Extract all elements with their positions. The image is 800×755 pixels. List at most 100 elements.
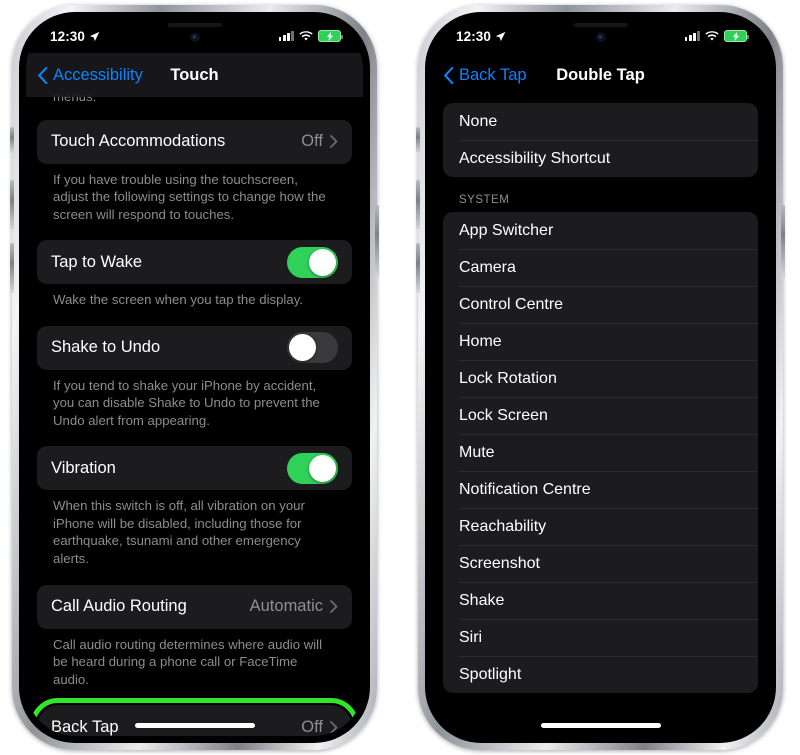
toggle-knob xyxy=(309,454,336,482)
settings-group: Back Tap Off xyxy=(37,705,352,736)
location-arrow-icon xyxy=(89,31,100,41)
back-button-accessibility[interactable]: Accessibility xyxy=(26,66,143,85)
list-item[interactable]: None xyxy=(443,103,758,140)
list-item[interactable]: Screenshot xyxy=(443,545,758,582)
earpiece-speaker-right xyxy=(573,23,628,27)
back-button-label: Back Tap xyxy=(459,65,527,84)
section-header: SYSTEM xyxy=(459,194,510,206)
status-time-right: 12:30 xyxy=(456,28,492,44)
toggle-switch[interactable] xyxy=(287,246,338,278)
device-screen-right: None Accessibility Shortcut SYSTEM App Swit… xyxy=(432,19,769,736)
wifi-icon xyxy=(705,30,719,41)
list-item[interactable]: Reachability xyxy=(443,508,758,545)
list-item-label: Siri xyxy=(459,628,483,646)
volume-up-button-right[interactable] xyxy=(416,180,420,230)
list-item-label: Spotlight xyxy=(459,665,522,683)
list-item-label: Lock Screen xyxy=(459,406,548,424)
list-item-label: Screenshot xyxy=(459,554,540,572)
row-accessory: Off xyxy=(301,718,338,736)
row-label: Touch Accommodations xyxy=(51,132,226,151)
settings-row[interactable]: Back Tap Off xyxy=(37,705,352,736)
group-footnote: If you tend to shake your iPhone by acci… xyxy=(53,377,320,428)
list-item[interactable]: Spotlight xyxy=(443,656,758,693)
list-item[interactable]: Mute xyxy=(443,434,758,471)
touch-settings-scroll-view[interactable]: menus.Touch AccommodationsOffIf you have… xyxy=(26,19,363,736)
settings-row[interactable]: Touch Accommodations Off xyxy=(37,120,352,164)
list-item-label: Home xyxy=(459,332,502,350)
navigation-bar-left: Accessibility Touch xyxy=(26,53,363,97)
chevron-right-icon xyxy=(330,600,338,613)
mute-switch-left[interactable] xyxy=(10,127,14,153)
group-footnote: Wake the screen when you tap the display… xyxy=(53,292,303,308)
list-item[interactable]: App Switcher xyxy=(443,212,758,249)
mute-switch-right[interactable] xyxy=(416,127,420,153)
iphone-device-right: None Accessibility Shortcut SYSTEM App Swit… xyxy=(416,5,785,750)
toggle-switch[interactable] xyxy=(287,452,338,484)
volume-down-button-left[interactable] xyxy=(10,243,14,293)
device-bezel-right: None Accessibility Shortcut SYSTEM App Swit… xyxy=(425,12,776,743)
toggle-switch[interactable] xyxy=(287,332,338,364)
settings-row[interactable]: Vibration xyxy=(37,446,352,490)
list-item[interactable]: Lock Screen xyxy=(443,397,758,434)
list-item-label: App Switcher xyxy=(459,221,554,239)
row-label: Vibration xyxy=(51,458,116,477)
settings-row[interactable]: Tap to Wake xyxy=(37,240,352,284)
front-camera-right xyxy=(596,33,605,42)
device-notch-left xyxy=(128,19,261,50)
power-button-right[interactable] xyxy=(781,205,785,279)
settings-group: Call Audio Routing Automatic xyxy=(37,584,352,629)
list-item-label: Accessibility Shortcut xyxy=(459,149,611,167)
settings-group: Touch Accommodations Off xyxy=(37,119,352,164)
list-item-label: Camera xyxy=(459,258,516,276)
list-item[interactable]: Shake xyxy=(443,582,758,619)
list-item[interactable]: Camera xyxy=(443,249,758,286)
settings-row[interactable]: Shake to Undo xyxy=(37,326,352,370)
power-button-left[interactable] xyxy=(375,205,379,279)
group-footnote: If you have trouble using the touchscree… xyxy=(53,171,326,222)
settings-row[interactable]: Call Audio Routing Automatic xyxy=(37,585,352,629)
row-accessory: Off xyxy=(301,132,338,151)
list-item[interactable]: Home xyxy=(443,323,758,360)
cellular-bars-icon xyxy=(278,31,294,41)
device-notch-right xyxy=(534,19,667,50)
battery-charging-icon xyxy=(318,30,343,42)
double-tap-scroll-view[interactable]: None Accessibility Shortcut SYSTEM App Swit… xyxy=(432,19,769,736)
list-item[interactable]: Control Centre xyxy=(443,286,758,323)
front-camera-left xyxy=(190,33,199,42)
back-button-back-tap[interactable]: Back Tap xyxy=(432,66,527,85)
volume-up-button-left[interactable] xyxy=(10,180,14,230)
home-indicator-left[interactable] xyxy=(134,723,255,728)
back-tap-highlight: Back Tap Off xyxy=(30,698,359,736)
list-item-label: Control Centre xyxy=(459,295,564,313)
list-item[interactable]: Siri xyxy=(443,619,758,656)
home-indicator-right[interactable] xyxy=(540,723,661,728)
list-item-label: Shake xyxy=(459,591,505,609)
status-time-left: 12:30 xyxy=(50,28,86,44)
chevron-right-icon xyxy=(330,720,338,734)
cellular-bars-icon xyxy=(684,31,700,41)
group-footnote: Call audio routing determines where audi… xyxy=(53,636,323,687)
navigation-bar-right: Back Tap Double Tap xyxy=(432,53,769,97)
row-label: Tap to Wake xyxy=(51,252,143,271)
chevron-left-icon xyxy=(38,66,48,84)
earpiece-speaker-left xyxy=(167,23,222,27)
group-footnote: When this switch is off, all vibration o… xyxy=(53,498,305,567)
iphone-device-left: menus.Touch AccommodationsOffIf you have… xyxy=(10,5,379,750)
toggle-knob xyxy=(289,334,316,362)
device-screen-left: menus.Touch AccommodationsOffIf you have… xyxy=(26,19,363,736)
volume-down-button-right[interactable] xyxy=(416,243,420,293)
settings-group: Tap to Wake xyxy=(37,240,352,285)
row-label: Call Audio Routing xyxy=(51,597,187,616)
back-button-label: Accessibility xyxy=(53,65,143,84)
list-item[interactable]: Notification Centre xyxy=(443,471,758,508)
location-arrow-icon xyxy=(495,31,506,41)
settings-group: Shake to Undo xyxy=(37,325,352,370)
device-bezel-left: menus.Touch AccommodationsOffIf you have… xyxy=(19,12,370,743)
list-item-label: Notification Centre xyxy=(459,480,591,498)
list-item[interactable]: Accessibility Shortcut xyxy=(443,140,758,177)
list-item[interactable]: Lock Rotation xyxy=(443,360,758,397)
chevron-left-icon xyxy=(444,66,454,84)
list-item-label: Reachability xyxy=(459,517,547,535)
row-label: Shake to Undo xyxy=(51,338,161,357)
list-item-label: Mute xyxy=(459,443,495,461)
